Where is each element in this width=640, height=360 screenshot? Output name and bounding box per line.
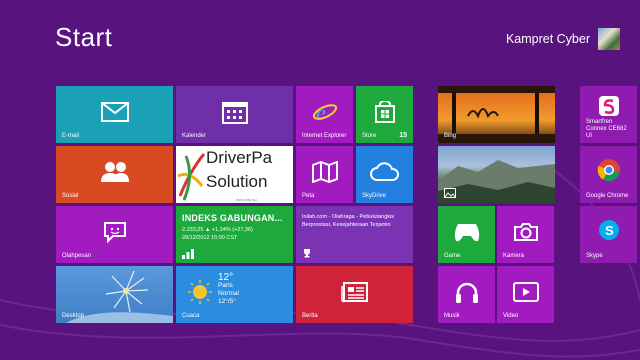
- tile-label: Sosial: [62, 193, 79, 199]
- tile-video[interactable]: Video: [497, 266, 554, 323]
- sun-icon: [188, 280, 212, 304]
- message-icon: [103, 221, 126, 243]
- headphones-icon: [455, 282, 478, 303]
- tile-label: Smartfren Connex CE682 UI: [586, 119, 627, 139]
- tile-smartfren[interactable]: Smartfren Connex CE682 UI: [580, 86, 637, 143]
- tile-musik[interactable]: Musik: [438, 266, 495, 323]
- tile-internet-explorer[interactable]: e Internet Explorer: [296, 86, 353, 143]
- tile-label: Peta: [302, 193, 315, 199]
- tile-kalender[interactable]: Kalender: [176, 86, 293, 143]
- tile-chrome[interactable]: Google Chrome: [580, 146, 637, 203]
- camera-icon: [513, 222, 538, 241]
- avatar[interactable]: [598, 28, 620, 50]
- tile-sosial[interactable]: Sosial: [56, 146, 173, 203]
- tile-peta[interactable]: Peta: [296, 146, 353, 203]
- tile-berita[interactable]: Berita: [296, 266, 413, 323]
- chrome-icon: [597, 158, 620, 182]
- tile-cuaca[interactable]: 12° Paris Normal 12°/5° Cuaca: [176, 266, 293, 323]
- finance-date: 28/12/2012 15:00 CST: [182, 235, 238, 241]
- calendar-icon: [221, 101, 248, 124]
- tile-label: Google Chrome: [586, 193, 629, 199]
- tile-photo-landscape[interactable]: [438, 146, 555, 203]
- people-icon: [100, 161, 129, 182]
- tile-label: Internet Explorer: [302, 133, 347, 139]
- tile-label: Cuaca: [182, 313, 200, 319]
- weather-condition: Normal: [218, 290, 239, 297]
- sports-headline: Inilah.com - Olahraga - Pebulutangkis Be…: [302, 214, 395, 228]
- tile-label: Game: [444, 253, 461, 259]
- tile-label: E-mail: [62, 133, 80, 139]
- map-icon: [311, 160, 338, 183]
- trophy-icon: [304, 249, 310, 258]
- driverpack-word2: Solution: [206, 172, 268, 191]
- tile-label: Kalender: [182, 133, 207, 139]
- skype-icon: S: [598, 219, 619, 240]
- photos-icon: [444, 188, 456, 198]
- tile-desktop[interactable]: Desktop: [56, 266, 173, 323]
- tile-store[interactable]: Store 15: [356, 86, 413, 143]
- internet-explorer-icon: e: [312, 100, 337, 124]
- tile-label: Musik: [444, 313, 460, 319]
- tile-olahpesan[interactable]: Olahpesan: [56, 206, 173, 263]
- smartfren-icon: [598, 95, 619, 116]
- tile-label: Bing: [444, 133, 457, 139]
- tile-label: Kamera: [503, 253, 525, 259]
- tile-label: Olahpesan: [62, 253, 92, 259]
- finance-title: INDEKS GABUNGAN...: [182, 213, 283, 223]
- tile-skype[interactable]: S Skype: [580, 206, 637, 263]
- tile-finance[interactable]: INDEKS GABUNGAN... 2.233,25 ▲ +1,24% (+2…: [176, 206, 293, 263]
- weather-temp: 12°: [218, 272, 234, 283]
- tile-skydrive[interactable]: SkyDrive: [356, 146, 413, 203]
- tile-kamera[interactable]: Kamera: [497, 206, 554, 263]
- store-icon: [374, 100, 395, 123]
- user-name: Kampret Cyber: [505, 32, 590, 46]
- driverpack-logo-icon: [177, 153, 206, 201]
- mail-icon: [100, 101, 129, 122]
- user-account[interactable]: Kampret Cyber: [506, 28, 620, 50]
- store-update-count: 15: [399, 132, 407, 139]
- tile-label: Desktop: [62, 313, 85, 319]
- start-title: Start: [55, 22, 113, 52]
- controller-icon: [454, 223, 479, 241]
- driverpack-sub: www.drp.su: [236, 197, 257, 202]
- driverpack-word1: DriverPa: [206, 148, 273, 167]
- svg-text:S: S: [605, 223, 614, 238]
- weather-city: Paris: [218, 282, 233, 289]
- tile-label: Store: [362, 133, 377, 139]
- tile-driverpack[interactable]: DriverPa Solution www.drp.su: [176, 146, 293, 203]
- tile-label: SkyDrive: [362, 193, 387, 199]
- tile-game[interactable]: Game: [438, 206, 495, 263]
- play-icon: [512, 281, 539, 302]
- cloud-icon: [369, 161, 399, 181]
- chart-icon: [182, 249, 194, 259]
- finance-value: 2.233,25 ▲ +1,24% (+27,36): [182, 227, 253, 233]
- tile-label: Skype: [586, 253, 603, 259]
- tile-label: Video: [503, 313, 519, 319]
- tile-email[interactable]: E-mail: [56, 86, 173, 143]
- tile-label: Berita: [302, 313, 318, 319]
- weather-range: 12°/5°: [218, 298, 236, 305]
- tile-sports[interactable]: Inilah.com - Olahraga - Pebulutangkis Be…: [296, 206, 413, 263]
- tile-bing[interactable]: Bing: [438, 86, 555, 143]
- newspaper-icon: [340, 281, 368, 302]
